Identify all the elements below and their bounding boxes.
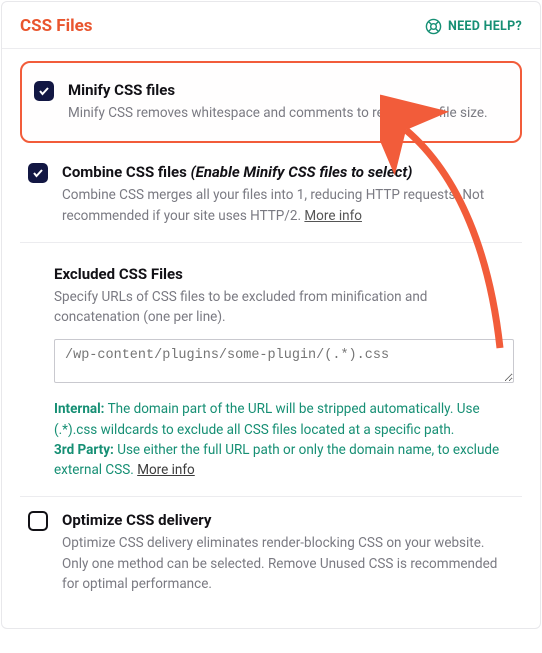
hint-3rdparty-text: Use either the full URL path or only the… (54, 442, 499, 478)
option-combine-css: Combine CSS files (Enable Minify CSS fil… (20, 149, 522, 242)
minify-css-checkbox[interactable] (34, 81, 54, 101)
combine-css-checkbox[interactable] (28, 163, 48, 183)
combine-css-desc-text: Combine CSS merges all your files into 1… (62, 187, 484, 223)
optimize-css-desc: Optimize CSS delivery eliminates render-… (62, 533, 514, 594)
minify-css-desc: Minify CSS removes whitespace and commen… (68, 103, 508, 123)
minify-css-title: Minify CSS files (68, 81, 508, 99)
hint-internal-label: Internal: (54, 401, 105, 417)
excluded-more-info-link[interactable]: More info (137, 462, 195, 478)
panel-header: CSS Files NEED HELP? (2, 2, 540, 49)
panel-title: CSS Files (20, 16, 93, 36)
hint-3rdparty-label: 3rd Party: (54, 442, 114, 458)
combine-css-desc: Combine CSS merges all your files into 1… (62, 185, 514, 226)
combine-css-title-text: Combine CSS files (62, 163, 187, 181)
lifebuoy-icon (425, 18, 442, 35)
excluded-css-textarea[interactable] (54, 339, 514, 383)
checkmark-icon (32, 167, 44, 179)
optimize-css-title: Optimize CSS delivery (62, 511, 514, 529)
excluded-css-hints: Internal: The domain part of the URL wil… (54, 399, 514, 480)
combine-css-title: Combine CSS files (Enable Minify CSS fil… (62, 163, 514, 181)
panel-content: Minify CSS files Minify CSS removes whit… (2, 49, 540, 628)
need-help-button[interactable]: NEED HELP? (425, 18, 522, 35)
css-files-panel: CSS Files NEED HELP? Minify CSS files Mi… (1, 1, 541, 629)
hint-internal-text: The domain part of the URL will be strip… (54, 401, 480, 437)
hint-3rdparty: 3rd Party: Use either the full URL path … (54, 440, 514, 481)
need-help-label: NEED HELP? (448, 19, 522, 34)
hint-internal: Internal: The domain part of the URL wil… (54, 399, 514, 440)
optimize-css-checkbox[interactable] (28, 511, 48, 531)
excluded-css-title: Excluded CSS Files (54, 265, 514, 283)
option-minify-css: Minify CSS files Minify CSS removes whit… (20, 61, 522, 143)
excluded-css-desc: Specify URLs of CSS files to be excluded… (54, 287, 514, 328)
checkmark-icon (38, 85, 50, 97)
combine-css-title-note: (Enable Minify CSS files to select) (191, 163, 413, 181)
option-optimize-css: Optimize CSS delivery Optimize CSS deliv… (20, 496, 522, 610)
combine-more-info-link[interactable]: More info (304, 208, 362, 224)
excluded-css-block: Excluded CSS Files Specify URLs of CSS f… (20, 242, 522, 497)
